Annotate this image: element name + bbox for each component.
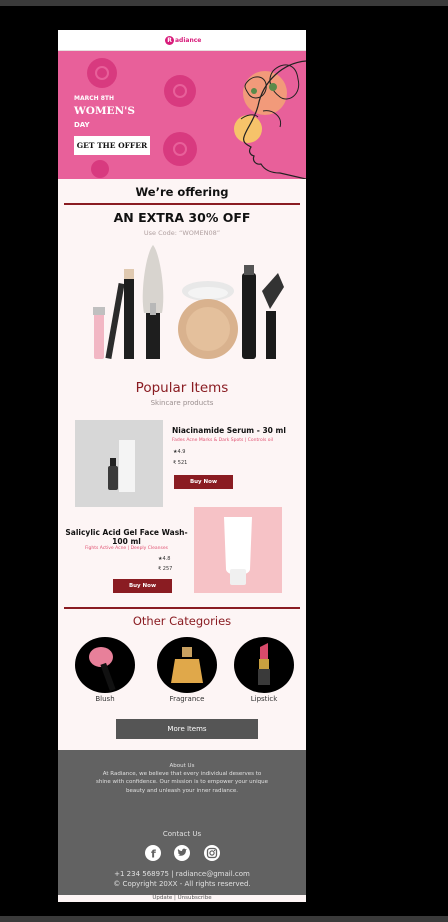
buy-now-button[interactable]: Buy Now xyxy=(174,475,233,489)
product-rating: ★4.9 xyxy=(173,449,185,455)
rating-value: 4.9 xyxy=(177,449,186,455)
more-items-button[interactable]: More Items xyxy=(116,719,258,739)
section-divider xyxy=(64,607,300,609)
banner-date: MARCH 8TH xyxy=(74,95,115,102)
email-header: R adiance xyxy=(58,30,306,51)
product-description: Fades Acne Marks & Dark Spots | Controls… xyxy=(172,438,274,443)
banner-day: DAY xyxy=(74,121,90,129)
category-label: Lipstick xyxy=(250,695,278,703)
face-wash-product-image[interactable] xyxy=(194,507,282,593)
product-price: ₹ 257 xyxy=(158,566,173,572)
popular-items-subtitle: Skincare products xyxy=(150,399,214,407)
get-offer-button[interactable]: GET THE OFFER xyxy=(74,136,150,155)
about-us-title: About Us xyxy=(169,763,195,769)
radiance-logo[interactable]: R adiance xyxy=(165,35,201,45)
update-link[interactable]: Update xyxy=(152,895,172,901)
product-price: ₹ 521 xyxy=(173,460,188,466)
section-divider xyxy=(64,203,300,205)
discount-headline: AN EXTRA 30% OFF xyxy=(113,210,251,225)
product-rating: ★4.8 xyxy=(158,556,170,562)
twitter-icon[interactable] xyxy=(174,845,190,861)
email-body: R adiance MARCH 8TH WOMEN'S DAY GET THE … xyxy=(58,30,306,902)
offering-heading: We’re offering xyxy=(135,185,229,199)
contact-us-title: Contact Us xyxy=(162,830,202,838)
coupon-code: Use Code: “WOMEN08” xyxy=(143,229,221,237)
buy-now-button[interactable]: Buy Now xyxy=(113,579,172,593)
product-name[interactable]: Salicylic Acid Gel Face Wash- 100 ml xyxy=(64,528,189,546)
serum-product-image[interactable] xyxy=(75,420,163,507)
window-bottom-bar xyxy=(0,916,448,922)
contact-details: +1 234 568975 | radiance@gmail.com xyxy=(114,870,250,878)
popular-items-title: Popular Items xyxy=(135,380,229,396)
copyright-text: © Copyright 20XX - All rights reserved. xyxy=(113,880,251,888)
perfume-bottle-icon xyxy=(171,647,203,683)
serum-bottle-icon xyxy=(108,440,135,492)
banner-title: WOMEN'S xyxy=(74,105,135,117)
logo-text: adiance xyxy=(175,36,202,44)
product-name[interactable]: Niacinamide Serum - 30 ml xyxy=(172,426,286,435)
product-description: Fights Active Acne | Deeply Cleanses xyxy=(84,546,168,551)
email-footer: About Us At Radiance, we believe that ev… xyxy=(58,750,306,895)
category-label: Fragrance xyxy=(169,695,205,703)
window-top-bar xyxy=(0,0,448,6)
svg-text:f: f xyxy=(151,848,156,861)
rating-value: 4.8 xyxy=(162,556,171,562)
other-categories-title: Other Categories xyxy=(132,614,232,628)
footer-links: Update | Unsubscribe xyxy=(58,895,306,901)
unsubscribe-link[interactable]: Unsubscribe xyxy=(178,895,212,901)
blush-brush-icon xyxy=(89,647,116,692)
face-wash-tube-icon xyxy=(224,517,252,585)
lipstick-icon xyxy=(258,643,270,685)
facebook-icon[interactable]: f xyxy=(145,845,161,861)
category-lipstick[interactable] xyxy=(234,637,294,693)
category-label: Blush xyxy=(95,695,115,703)
logo-mark: R xyxy=(165,35,174,45)
womens-day-banner: MARCH 8TH WOMEN'S DAY GET THE OFFER xyxy=(58,51,306,179)
category-fragrance[interactable] xyxy=(157,637,217,693)
about-us-text: At Radiance, we believe that every indiv… xyxy=(96,771,268,794)
category-blush[interactable] xyxy=(75,637,135,693)
instagram-icon[interactable] xyxy=(204,845,220,861)
makeup-products-image xyxy=(93,245,284,359)
